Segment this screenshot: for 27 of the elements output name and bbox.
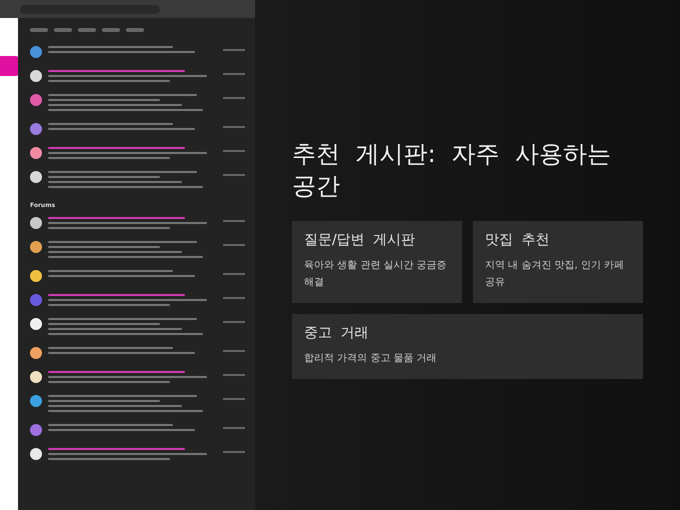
avatar-icon [30, 94, 42, 106]
avatar-icon [30, 448, 42, 460]
board-card[interactable]: 맛집 추천 지역 내 숨겨진 맛집, 인기 카페 공유 [473, 220, 643, 303]
avatar-icon [30, 424, 42, 436]
board-title: 맛집 추천 [485, 230, 550, 249]
section-heading: 추천 게시판: 자주 사용하는 공간 [292, 139, 612, 202]
avatar-icon [30, 70, 42, 82]
avatar-icon [30, 371, 42, 383]
avatar-icon [30, 217, 42, 229]
board-title: 중고 거래 [304, 324, 370, 342]
avatar-icon [30, 347, 42, 359]
board-description: 육아와 생활 관련 실시간 궁금증 해결 [304, 258, 448, 290]
avatar-icon [30, 395, 42, 407]
board-card[interactable]: 질문/답변 게시판 육아와 생활 관련 실시간 궁금증 해결 [292, 220, 462, 303]
banner-block [0, 56, 18, 76]
avatar-icon [30, 123, 42, 135]
board-description: 지역 내 숨겨진 맛집, 인기 카페 공유 [485, 258, 626, 290]
avatar-icon [30, 241, 42, 253]
board-description: 합리적 가격의 중고 물품 거래 [304, 352, 438, 366]
board-title: 질문/답변 게시판 [304, 230, 416, 249]
avatar-icon [30, 294, 42, 306]
avatar-icon [30, 147, 42, 159]
avatar-icon [30, 270, 42, 282]
board-card[interactable]: 중고 거래 합리적 가격의 중고 물품 거래 [292, 314, 643, 379]
avatar-icon [30, 171, 42, 183]
avatar-icon [30, 46, 42, 58]
avatar-icon [30, 318, 42, 330]
